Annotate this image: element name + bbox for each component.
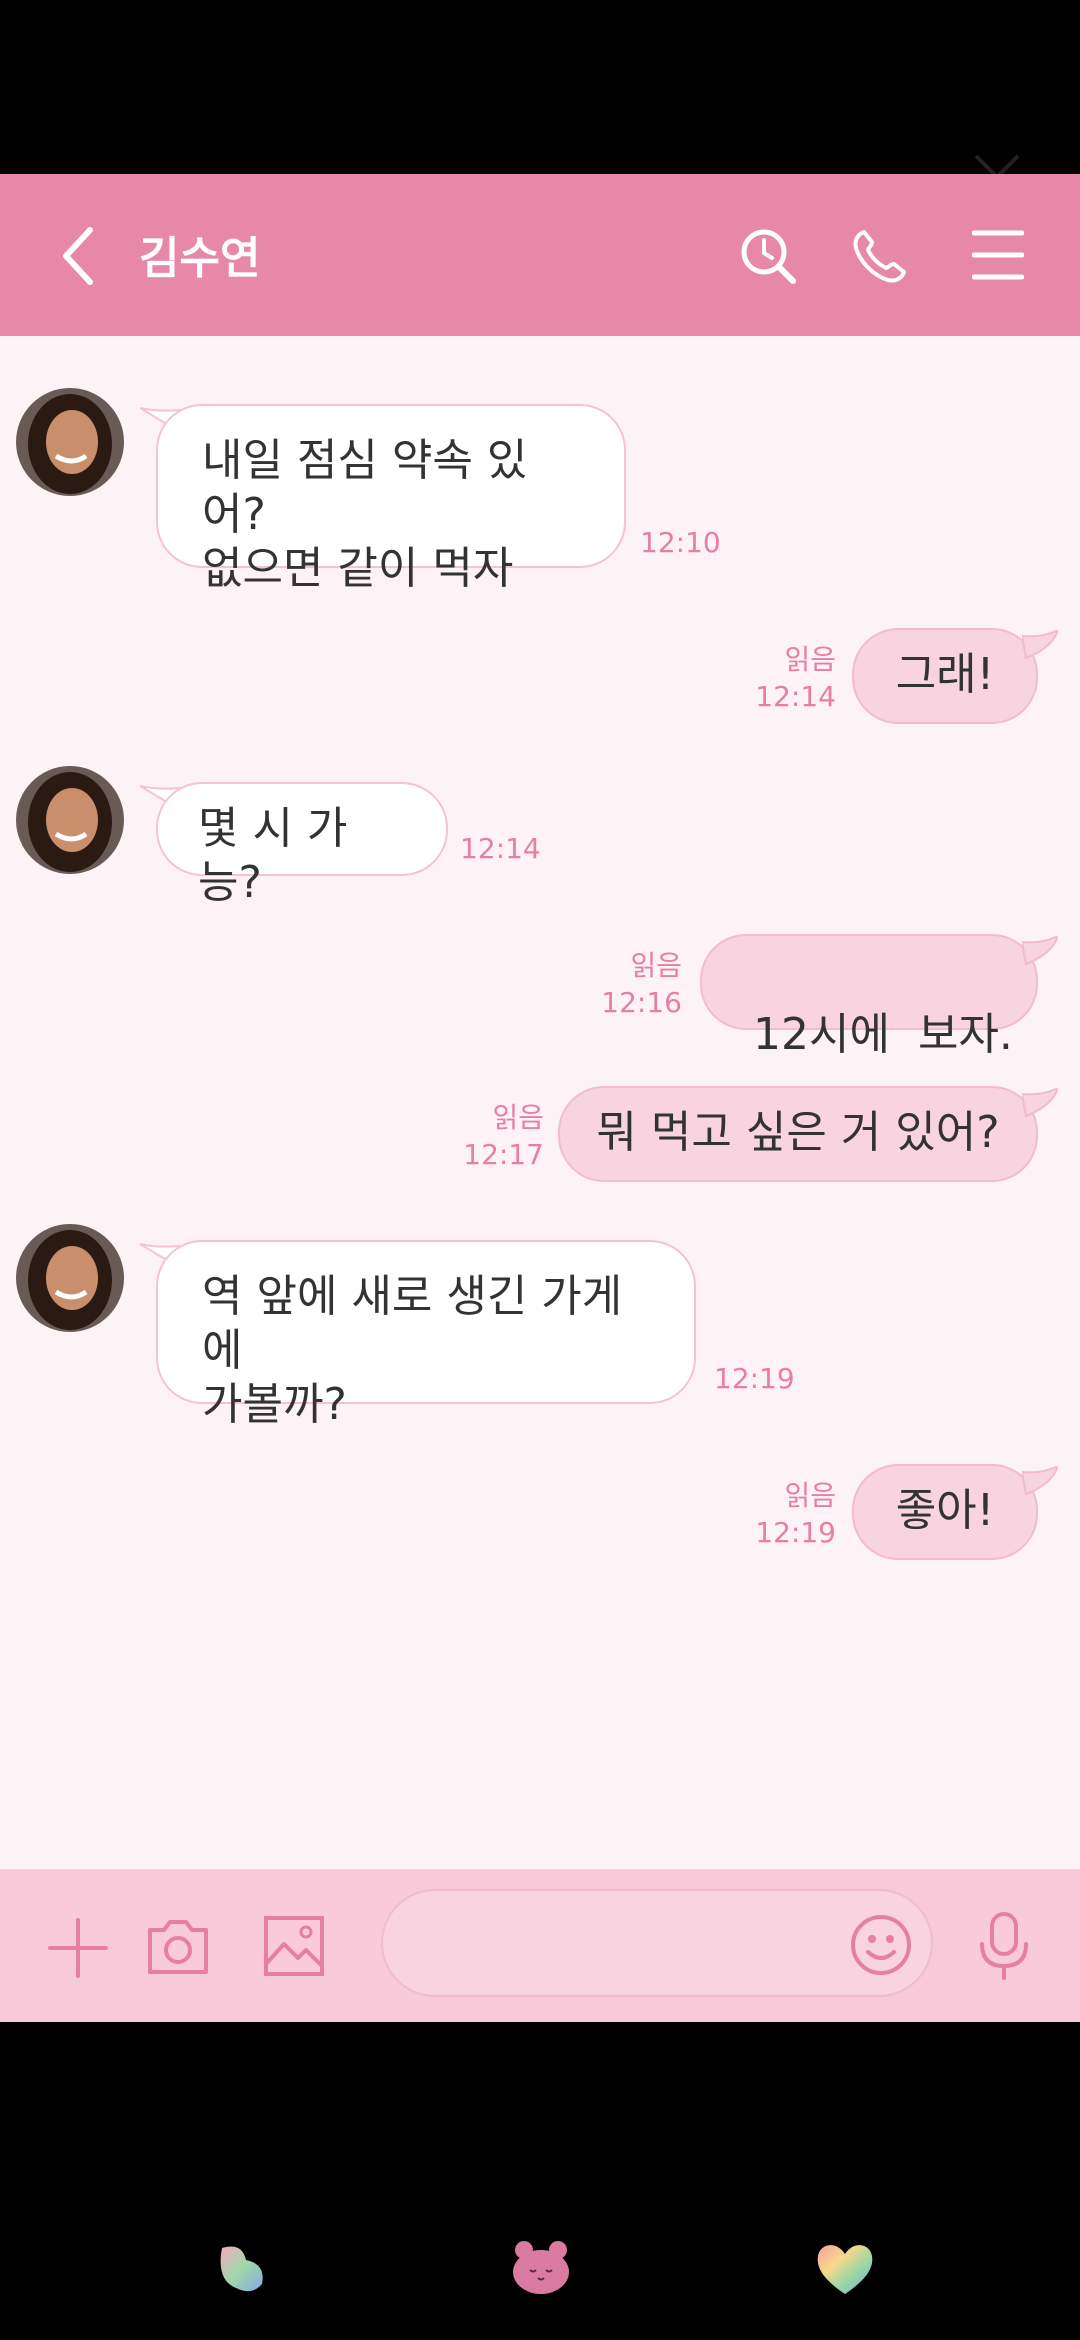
bubble-tail (1020, 628, 1060, 660)
rainbow-heart-icon[interactable] (814, 2240, 876, 2296)
read-receipt: 읽음 (492, 1101, 544, 1134)
bubble-tail (1020, 934, 1060, 966)
message-bubble-outgoing[interactable]: 좋아! (852, 1464, 1038, 1560)
message-text: 그래! (895, 649, 995, 700)
avatar[interactable] (16, 388, 124, 496)
message-text: 가볼까? (202, 1379, 347, 1430)
message-bubble-outgoing[interactable]: 그래! (852, 628, 1038, 724)
read-receipt: 읽음 (784, 1479, 836, 1512)
message-time: 12:16 (601, 986, 682, 1019)
message-text: 몇 시 가능? (198, 803, 348, 908)
search-icon[interactable] (738, 226, 798, 286)
message-text: 뭐 먹고 싶은 거 있어? (596, 1107, 1000, 1158)
message-text: 12시에 보자. (753, 1009, 1013, 1060)
status-bar-area (0, 0, 1080, 174)
bubble-tail (1020, 1464, 1060, 1496)
message-bubble-incoming[interactable]: 역 앞에 새로 생긴 가게에 가볼까? (156, 1240, 696, 1430)
message-time: 12:14 (755, 680, 836, 713)
message-time: 12:14 (460, 832, 541, 865)
message-bubble-incoming[interactable]: 내일 점심 약속 있어? 없으면 같이 먹자 (156, 404, 626, 594)
camera-icon[interactable] (144, 1914, 212, 1978)
image-icon[interactable] (262, 1914, 326, 1978)
bear-icon[interactable] (510, 2238, 572, 2296)
message-time: 12:10 (640, 526, 721, 559)
avatar[interactable] (16, 766, 124, 874)
bubble-tail (1020, 1086, 1060, 1118)
read-receipt: 읽음 (630, 949, 682, 982)
contact-name[interactable]: 김수연 (139, 222, 260, 286)
back-icon[interactable] (58, 226, 98, 286)
message-time: 12:19 (755, 1516, 836, 1549)
avatar[interactable] (16, 1224, 124, 1332)
message-time: 12:19 (714, 1362, 795, 1395)
message-bubble-outgoing[interactable]: 12시에 보자. (700, 934, 1038, 1060)
emoji-icon[interactable] (850, 1914, 912, 1976)
message-text: 내일 점심 약속 있어? (202, 435, 528, 540)
mic-icon[interactable] (976, 1910, 1032, 1980)
plus-icon[interactable] (46, 1916, 110, 1980)
message-bubble-incoming[interactable]: 몇 시 가능? (156, 782, 448, 908)
phone-icon[interactable] (850, 226, 910, 286)
message-text: 없으면 같이 먹자 (202, 543, 514, 594)
menu-icon[interactable] (972, 228, 1024, 282)
message-text: 역 앞에 새로 생긴 가게에 (202, 1271, 623, 1376)
message-bubble-outgoing[interactable]: 뭐 먹고 싶은 거 있어? (558, 1086, 1038, 1182)
read-receipt: 읽음 (784, 643, 836, 676)
message-time: 12:17 (463, 1138, 544, 1171)
message-text: 좋아! (895, 1485, 995, 1536)
rainbow-blob-icon[interactable] (212, 2240, 268, 2296)
